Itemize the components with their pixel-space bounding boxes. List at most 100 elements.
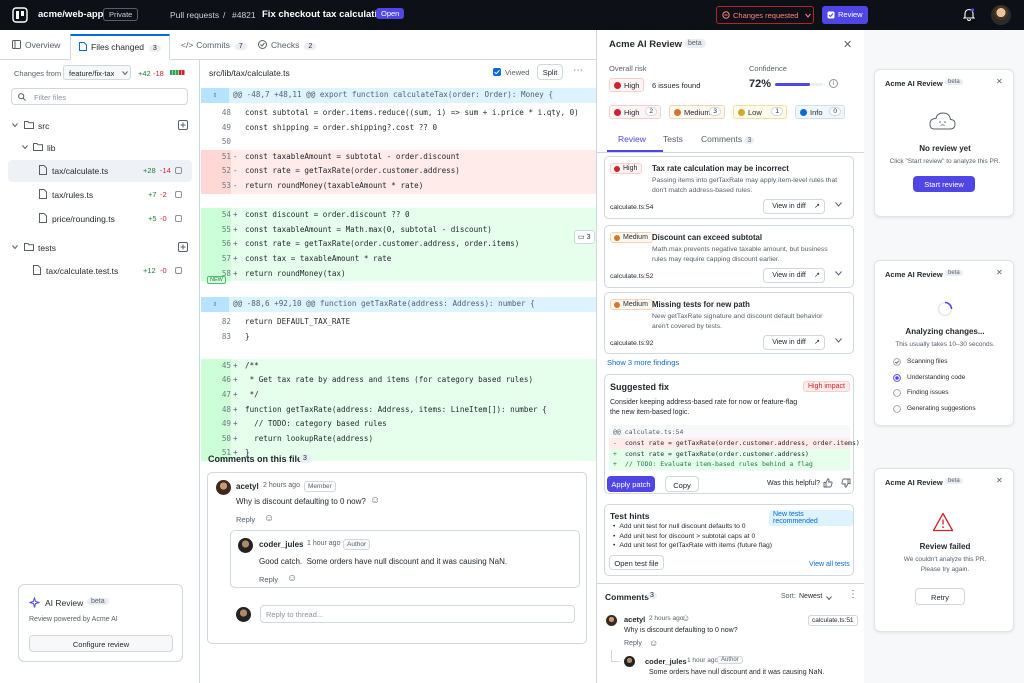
severity-filter-medium[interactable]: Medium 3 [669, 105, 725, 119]
branch-select[interactable]: feature/fix-tax [63, 65, 131, 80]
reply-link[interactable]: Reply [259, 575, 278, 584]
show-more-findings-link[interactable]: Show 3 more findings [607, 358, 679, 367]
app-logo-icon[interactable] [12, 7, 28, 23]
panel-tab-comments[interactable]: Comments 3 [701, 134, 755, 144]
close-icon[interactable]: ✕ [996, 268, 1003, 277]
diff-line: 48 const subtotal = order.items.reduce((s… [201, 106, 596, 121]
viewed-checkbox[interactable] [175, 267, 182, 274]
close-icon[interactable]: ✕ [843, 38, 852, 51]
open-test-file-button[interactable]: Open test file [609, 555, 664, 570]
more-options-icon[interactable]: ⋯ [573, 65, 583, 76]
notifications-bell-icon[interactable] [963, 8, 975, 21]
line-number: 47 [201, 388, 231, 403]
breadcrumb-pull-requests[interactable]: Pull requests [170, 10, 219, 20]
file-price-rounding[interactable]: price/rounding.ts +5 -0 [0, 208, 200, 230]
view-in-diff-button[interactable]: View in diff ↗ [763, 199, 825, 214]
chevron-down-icon [805, 13, 811, 18]
retry-button[interactable]: Retry [915, 588, 965, 605]
thumbs-down-icon[interactable] [841, 478, 851, 488]
close-icon[interactable]: ✕ [996, 476, 1003, 485]
viewed-checkbox[interactable] [493, 68, 501, 76]
folder-lib[interactable]: lib [0, 137, 200, 159]
start-review-button[interactable]: Start review [913, 176, 975, 192]
file-icon [79, 42, 87, 51]
add-file-icon[interactable] [178, 120, 188, 130]
loading-spinner-icon [937, 301, 953, 317]
emoji-reaction-icon[interactable]: ☺ [287, 573, 297, 584]
pr-state-badge: Open [376, 8, 405, 19]
severity-filter-high[interactable]: High 2 [609, 105, 661, 119]
file-name: tax/rules.ts [52, 190, 94, 200]
comment-text: Why is discount defaulting to 0 now? [236, 497, 366, 506]
comment-author[interactable]: acetyl [236, 482, 259, 491]
file-tax-rules[interactable]: tax/rules.ts +7 -2 [0, 184, 200, 206]
chevron-down-icon[interactable] [835, 271, 842, 276]
line-number: 82 [221, 317, 231, 326]
split-view-button[interactable]: Split [537, 64, 563, 80]
diff-file-path: src/lib/tax/calculate.ts [209, 68, 290, 78]
viewed-checkbox[interactable] [175, 215, 182, 222]
reply-link[interactable]: Reply [624, 640, 642, 647]
sort-select[interactable]: Newest [799, 593, 822, 600]
tab-checks-label: Checks [271, 40, 300, 50]
comment-time: 1 hour ago [687, 657, 719, 664]
view-all-tests-link[interactable]: View all tests [809, 561, 850, 568]
panel-tab-tests[interactable]: Tests [663, 134, 683, 144]
reply-link[interactable]: Reply [236, 515, 255, 524]
line-number: 48 [201, 402, 231, 418]
finding-description: New getTaxRate signature and discount de… [652, 313, 823, 320]
tab-files-changed[interactable]: Files changed 3 [70, 34, 170, 60]
sort-label: Sort: [781, 593, 796, 600]
thumbs-up-icon[interactable] [823, 478, 833, 488]
copy-button[interactable]: Copy [665, 476, 699, 492]
chevron-down-icon[interactable] [835, 338, 842, 343]
diff-line [201, 193, 596, 209]
finding-title: Tax rate calculation may be incorrect [652, 164, 789, 173]
configure-review-button[interactable]: Configure review [29, 635, 173, 652]
reply-input[interactable]: Reply to thread... [260, 605, 575, 623]
panel-tab-review[interactable]: Review [618, 134, 646, 144]
view-in-diff-button[interactable]: View in diff ↗ [763, 268, 825, 283]
comment-location-badge[interactable]: calculate.ts:51 [808, 615, 858, 626]
code-text: const rate = getTaxRate(order.customer.a… [245, 166, 460, 176]
comment-author[interactable]: acetyl [624, 615, 645, 624]
step-label: Scanning files [907, 358, 948, 365]
tab-checks[interactable]: Checks 2 [258, 30, 317, 60]
filter-files-input[interactable]: Filter files [11, 88, 188, 105]
severity-label: High [623, 165, 638, 172]
thread-count-button[interactable]: ▭ 3 [574, 230, 595, 244]
changes-requested-button[interactable]: Changes requested [716, 6, 814, 24]
close-icon[interactable]: ✕ [996, 77, 1003, 86]
review-button[interactable]: Review [822, 6, 868, 24]
comment-author[interactable]: coder_jules [645, 657, 687, 666]
chevron-down-icon[interactable] [835, 202, 842, 207]
add-file-icon[interactable] [178, 242, 188, 252]
user-avatar[interactable] [991, 5, 1011, 25]
file-tax-calculate-test[interactable]: tax/calculate.test.ts +12 -0 [0, 260, 200, 282]
emoji-reaction-icon[interactable]: ☺ [649, 638, 658, 648]
diff-sign: - [613, 439, 617, 447]
file-comments-count: 3 [299, 454, 311, 463]
finding-title: Missing tests for new path [652, 300, 750, 309]
warning-icon [932, 512, 954, 532]
emoji-reaction-icon[interactable]: ☺ [681, 613, 690, 623]
emoji-reaction-icon[interactable]: ☺ [264, 513, 274, 524]
repo-name[interactable]: acme/web-app [38, 9, 103, 20]
severity-filter-info[interactable]: Info 0 [795, 105, 845, 119]
commits-count: 7 [234, 43, 247, 50]
tab-commits[interactable]: </> Commits 7 [181, 30, 247, 60]
info-icon[interactable]: i [829, 79, 838, 88]
comment-author[interactable]: coder_jules [259, 540, 303, 549]
apply-patch-button[interactable]: Apply patch [607, 476, 655, 492]
file-tax-calculate[interactable]: tax/calculate.ts +28 -14 [8, 160, 192, 182]
view-in-diff-button[interactable]: View in diff ↗ [763, 335, 825, 350]
viewed-checkbox[interactable] [175, 191, 182, 198]
viewed-checkbox[interactable] [175, 167, 182, 174]
finding-location: calculate.ts:52 [610, 273, 654, 280]
folder-src[interactable]: src [0, 115, 200, 137]
emoji-reaction-icon[interactable]: ☺ [370, 495, 380, 506]
folder-tests[interactable]: tests [0, 237, 200, 259]
tab-overview[interactable]: Overview [12, 30, 60, 60]
more-options-icon[interactable]: ⋮ [848, 589, 858, 600]
severity-filter-low[interactable]: Low 1 [733, 105, 787, 119]
